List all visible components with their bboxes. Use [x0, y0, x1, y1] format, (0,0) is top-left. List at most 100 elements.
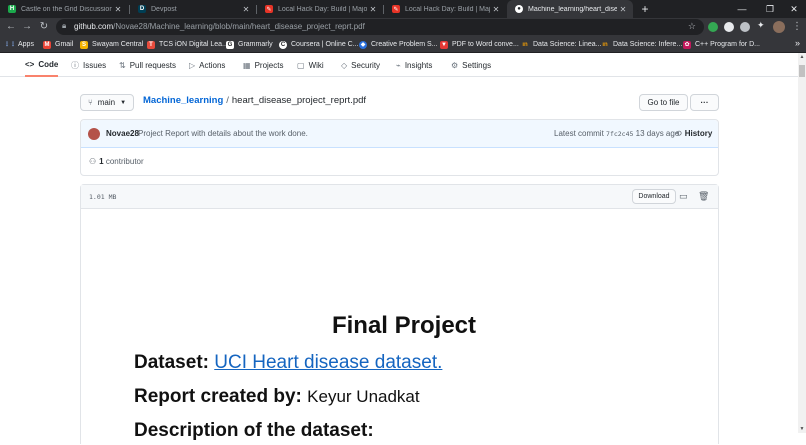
back-button[interactable]: ← — [4, 18, 18, 36]
bookmark-tcs[interactable]: T TCS iON Digital Lea... — [147, 39, 228, 50]
tab-title: Machine_learning/heart_disease — [528, 5, 617, 13]
tab-projects[interactable]: ▦ Projects — [243, 53, 283, 77]
new-tab-button[interactable]: + — [638, 2, 652, 16]
hackerrank-icon: H — [8, 5, 16, 13]
more-options-button[interactable]: ··· — [690, 94, 719, 111]
close-tab-icon[interactable]: ✕ — [490, 5, 502, 14]
close-tab-icon[interactable]: ✕ — [112, 5, 124, 14]
swayam-icon: S — [80, 40, 88, 49]
bookmark-data-science-linear[interactable]: ın Data Science: Linea... — [521, 39, 602, 50]
close-tab-icon[interactable]: ✕ — [617, 5, 629, 14]
close-window-button[interactable]: ✕ — [780, 0, 806, 18]
contributors[interactable]: ⚇ 1 contributor — [89, 157, 144, 166]
address-bar[interactable]: 🔒︎ github.com/Novae28/Machine_learning/b… — [56, 19, 704, 35]
close-tab-icon[interactable]: ✕ — [367, 5, 379, 14]
commit-header: Novae28 Project Report with details abou… — [81, 120, 718, 148]
branch-name: main — [97, 98, 116, 107]
tab-security[interactable]: ◇ Security — [341, 53, 380, 77]
commit-author[interactable]: Novae28 — [106, 129, 139, 138]
tab-actions[interactable]: ▷ Actions — [189, 53, 225, 77]
bookmark-cpp[interactable]: ✿ C++ Program for D... — [683, 39, 760, 50]
tab-wiki[interactable]: ▢ Wiki — [297, 53, 324, 77]
scrollbar-thumb[interactable] — [799, 65, 805, 77]
extensions-puzzle-icon[interactable]: ✦ — [757, 20, 767, 30]
profile-avatar[interactable] — [773, 21, 785, 33]
bookmark-swayam[interactable]: S Swayam Central — [80, 39, 143, 50]
close-tab-icon[interactable]: ✕ — [240, 5, 252, 14]
tab-strip: H Castle on the Grid Discussions | H ✕ D… — [0, 0, 806, 18]
branch-select-button[interactable]: ⑂ main ▼ — [80, 94, 134, 111]
commit-sha[interactable]: 7fc2c45 — [606, 130, 633, 138]
pdf-description-heading: Description of the dataset: — [134, 420, 374, 441]
scroll-down-icon[interactable]: ▼ — [798, 425, 806, 433]
trash-icon[interactable]: 🗑︎ — [698, 191, 709, 202]
bookmark-coursera[interactable]: C Coursera | Online C... — [279, 39, 359, 50]
bookmark-apps[interactable]: ⋮⋮ Apps — [4, 39, 34, 50]
bookmark-grammarly[interactable]: G Grammarly — [226, 39, 273, 50]
extension-icon[interactable] — [724, 22, 734, 32]
browser-chrome: H Castle on the Grid Discussions | H ✕ D… — [0, 0, 806, 53]
branch-icon: ⑂ — [87, 98, 93, 107]
avatar[interactable] — [88, 128, 100, 140]
lock-icon: 🔒︎ — [62, 21, 67, 30]
cpp-icon: ✿ — [683, 40, 691, 49]
issue-icon: ⓘ — [71, 60, 79, 70]
bookmark-star-icon[interactable]: ☆ — [688, 21, 696, 32]
gmail-icon: M — [43, 40, 51, 49]
tab-code[interactable]: <> Code — [25, 53, 59, 77]
tab-insights[interactable]: ⌁ Insights — [396, 53, 432, 77]
book-icon: ▢ — [297, 60, 305, 70]
pdf-preview[interactable]: Final Project Dataset: UCI Heart disease… — [81, 209, 718, 445]
commit-message[interactable]: Project Report with details about the wo… — [138, 129, 308, 138]
github-icon: ● — [515, 5, 523, 13]
file-size: 1.01 MB — [89, 193, 117, 201]
shield-icon: ◇ — [341, 60, 348, 70]
minimize-button[interactable]: — — [728, 0, 756, 18]
edx-icon: ın — [521, 40, 529, 49]
browser-tab-active[interactable]: ● Machine_learning/heart_disease ✕ — [507, 0, 633, 18]
go-to-file-button[interactable]: Go to file — [639, 94, 688, 111]
gear-icon: ⚙ — [451, 60, 459, 70]
tab-title: Local Hack Day: Build | Major Lea — [405, 5, 490, 13]
tab-settings[interactable]: ⚙ Settings — [451, 53, 491, 77]
extension-icon[interactable] — [740, 22, 750, 32]
display-desktop-icon[interactable]: ▭ — [679, 191, 688, 202]
commit-time: 13 days ago — [635, 129, 680, 138]
browser-tab[interactable]: ✎ Local Hack Day: Build | Major Lea ✕ — [384, 0, 506, 18]
grammarly-icon: G — [226, 40, 234, 49]
project-icon: ▦ — [243, 60, 251, 70]
bookmark-gmail[interactable]: M Gmail — [43, 39, 73, 50]
coursera-icon: C — [279, 40, 287, 49]
pdf-title: Final Project — [331, 312, 477, 339]
breadcrumb-separator: / — [226, 95, 229, 106]
code-icon: <> — [25, 59, 35, 69]
browser-menu-icon[interactable]: ⋮ — [790, 18, 804, 36]
dataset-link[interactable]: UCI Heart disease dataset. — [214, 352, 442, 373]
browser-tab[interactable]: H Castle on the Grid Discussions | H ✕ — [0, 0, 128, 18]
extension-icon[interactable] — [708, 22, 718, 32]
pdf-report-line: Report created by: Keyur Unadkat — [134, 386, 420, 407]
mlh-icon: ✎ — [392, 5, 400, 13]
reload-button[interactable]: ↻ — [37, 18, 51, 36]
breadcrumb-repo-link[interactable]: Machine_learning — [143, 95, 223, 106]
scroll-up-icon[interactable]: ▲ — [798, 53, 806, 61]
bookmark-pdf-to-word[interactable]: ▼ PDF to Word conve... — [440, 39, 519, 50]
browser-tab[interactable]: ✎ Local Hack Day: Build | Major Lea ✕ — [257, 0, 383, 18]
tab-title: Castle on the Grid Discussions | H — [21, 5, 112, 13]
bookmarks-overflow-icon[interactable]: » — [795, 38, 800, 48]
browser-tab[interactable]: D Devpost ✕ — [130, 0, 256, 18]
tcs-icon: T — [147, 40, 155, 49]
bookmarks-bar: ⋮⋮ Apps M Gmail S Swayam Central T TCS iON D… — [0, 36, 806, 53]
tab-title: Devpost — [151, 5, 177, 13]
history-link[interactable]: ⟲ History — [675, 129, 712, 138]
download-button[interactable]: Download — [632, 189, 676, 204]
page-scrollbar[interactable]: ▲ ▼ — [798, 53, 806, 433]
bookmark-creative[interactable]: ◆ Creative Problem S... — [359, 39, 438, 50]
tab-issues[interactable]: ⓘ Issues — [71, 53, 106, 77]
apps-grid-icon: ⋮⋮ — [4, 42, 16, 48]
browser-toolbar: ← → ↻ 🔒︎ github.com/Novae28/Machine_lear… — [0, 18, 806, 36]
tab-title: Local Hack Day: Build | Major Lea — [278, 5, 367, 13]
tab-pull-requests[interactable]: ⇅ Pull requests — [119, 53, 176, 77]
bookmark-data-science-inference[interactable]: ın Data Science: Infere... — [601, 39, 682, 50]
forward-button[interactable]: → — [20, 18, 34, 36]
